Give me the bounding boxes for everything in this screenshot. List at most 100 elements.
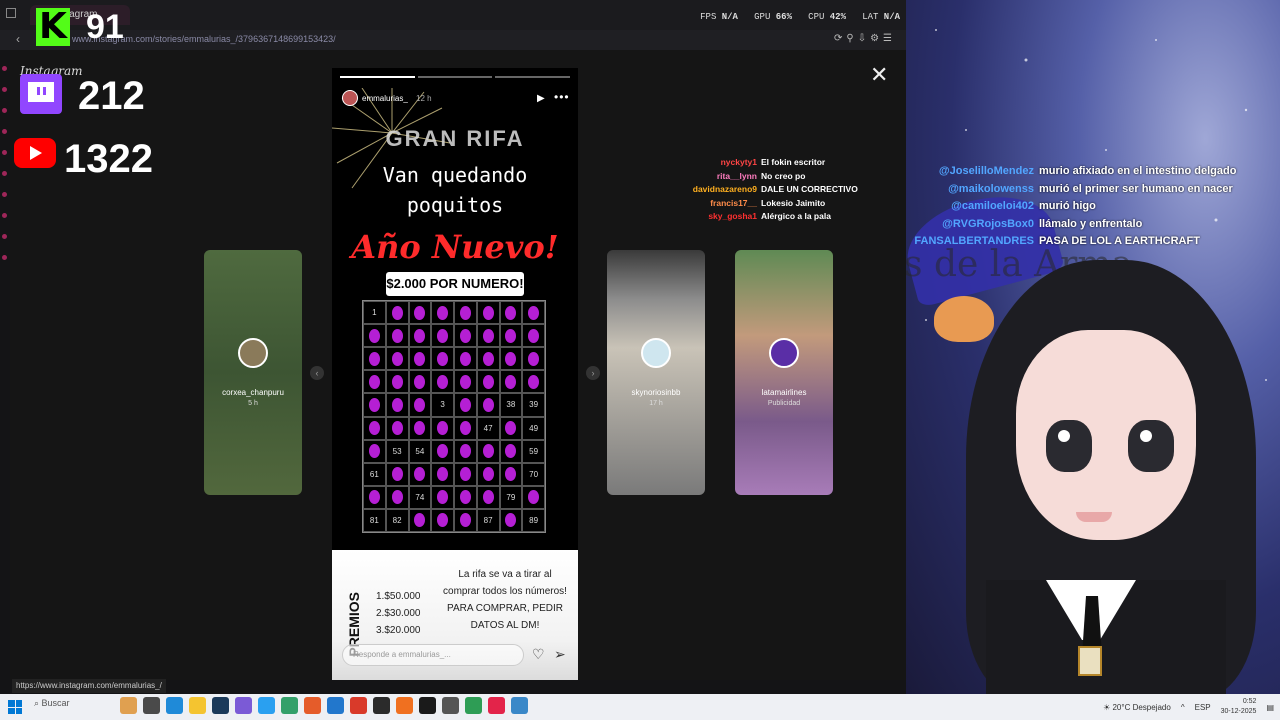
more-options-icon[interactable]: ••• — [554, 90, 570, 104]
raffle-cell — [408, 508, 432, 532]
app-icon[interactable] — [373, 697, 390, 714]
opera-icon[interactable] — [488, 697, 505, 714]
app-icon[interactable] — [511, 697, 528, 714]
prev-story-icon[interactable]: ‹ — [310, 366, 324, 380]
prize-item: 2.$30.000 — [376, 608, 421, 619]
taskbar-search[interactable]: ⌕ Buscar — [32, 698, 70, 709]
prize-item: 3.$20.000 — [376, 625, 421, 636]
gpu-label: GPU — [754, 12, 771, 22]
fps-label: FPS — [700, 12, 717, 22]
app-icon[interactable] — [235, 697, 252, 714]
raffle-cell — [431, 370, 454, 394]
raffle-cell — [499, 347, 523, 371]
side-story-right-2[interactable]: latamairlines Publicidad — [735, 250, 833, 495]
lang-indicator[interactable]: ESP — [1195, 703, 1211, 712]
raffle-cell — [454, 347, 477, 371]
start-icon[interactable] — [8, 700, 22, 714]
edge-icon[interactable] — [166, 697, 183, 714]
rail-dot-icon[interactable] — [2, 192, 7, 197]
rail-dot-icon[interactable] — [2, 150, 7, 155]
toolbar-icons[interactable]: ⟳⚲⇩⚙☰ — [834, 33, 896, 44]
back-arrow-icon[interactable]: ‹ — [16, 32, 20, 46]
raffle-cell — [454, 508, 477, 532]
raffle-cell — [431, 439, 454, 463]
vtuber-eye — [1128, 420, 1174, 472]
chat-username: @RVGRojosBox0 — [942, 217, 1034, 230]
chrome-icon[interactable] — [350, 697, 367, 714]
send-icon[interactable]: ➢ — [554, 646, 566, 663]
side-story-left[interactable]: corxea_chanpuru 5 h — [204, 250, 302, 495]
chat-username: rita__lynn — [716, 170, 757, 181]
raffle-cell — [476, 439, 500, 463]
address-bar: ‹ www.instagram.com/stories/emmalurias_/… — [0, 30, 906, 50]
heart-icon[interactable]: ♡ — [532, 646, 545, 663]
raffle-cell — [408, 393, 432, 417]
notification-icon[interactable]: ▤ — [1266, 703, 1274, 712]
raffle-cell — [476, 462, 500, 486]
play-icon[interactable]: ▶ — [537, 93, 545, 104]
raffle-cell — [408, 347, 432, 371]
reply-input[interactable]: Responde a emmalurias_... — [342, 644, 524, 666]
main-story[interactable]: emmalurias_ 12 h ▶ ••• GRAN RIFA Van que… — [332, 68, 578, 680]
raffle-cell — [363, 370, 386, 394]
story-username[interactable]: emmalurias_ — [362, 94, 408, 103]
raffle-cell — [408, 416, 432, 440]
firefox-icon[interactable] — [304, 697, 321, 714]
raffle-cell: 39 — [522, 393, 545, 417]
kick-logo: K — [36, 8, 70, 46]
rail-dot-icon[interactable] — [2, 108, 7, 113]
weather[interactable]: ☀ 20°C Despejado — [1103, 703, 1171, 712]
prize-list: 1.$50.000 2.$30.000 3.$20.000 — [376, 588, 421, 639]
chat-username: davidnazareno9 — [692, 184, 757, 194]
app-icon[interactable] — [465, 697, 482, 714]
raffle-cell — [476, 301, 500, 325]
raffle-cell: 89 — [522, 508, 545, 532]
story-progress — [340, 76, 571, 78]
side-story-right-1[interactable]: skynoriosinbb 17 h — [607, 250, 705, 495]
rail-dot-icon[interactable] — [2, 213, 7, 218]
raffle-cell — [522, 301, 545, 325]
app-icon[interactable] — [327, 697, 344, 714]
chat-text: murió el primer ser humano en nacer — [1039, 182, 1233, 195]
app-icon[interactable] — [396, 697, 413, 714]
raffle-cell — [476, 370, 500, 394]
app-icon[interactable] — [419, 697, 436, 714]
rail-dot-icon[interactable] — [2, 66, 7, 71]
task-view-icon[interactable] — [143, 697, 160, 714]
rail-dot-icon[interactable] — [2, 234, 7, 239]
raffle-cell: 59 — [522, 439, 545, 463]
app-icon[interactable] — [120, 697, 137, 714]
chat-message: davidnazareno9 DALE UN CORRECTIVO — [660, 183, 858, 197]
clock[interactable]: 0:52 30-12-2025 — [1221, 697, 1257, 717]
chevron-up-icon[interactable]: ^ — [1181, 703, 1185, 712]
system-tray: ☀ 20°C Despejado ^ ESP 0:52 30-12-2025 ▤ — [1103, 697, 1274, 717]
rail-dot-icon[interactable] — [2, 87, 7, 92]
chat-text: murio afixiado en el intestino delgado — [1039, 165, 1237, 177]
avatar[interactable] — [342, 90, 358, 106]
raffle-cell: 81 — [363, 508, 386, 532]
avatar — [769, 338, 799, 368]
rail-dot-icon[interactable] — [2, 129, 7, 134]
raffle-cell — [408, 301, 432, 325]
story-time: 5 h — [248, 400, 258, 407]
rail-dot-icon[interactable] — [2, 171, 7, 176]
rail-dot-icon[interactable] — [2, 255, 7, 260]
editor-icon[interactable] — [212, 697, 229, 714]
close-icon[interactable]: ✕ — [870, 64, 888, 86]
chat-message: @camiloeloi402 murió higo — [906, 198, 1236, 216]
window-menu-icon[interactable] — [6, 8, 16, 18]
app-icon[interactable] — [442, 697, 459, 714]
vtuber-mouth — [1076, 512, 1112, 522]
chat-message: nyckyty1 El fokin escritor — [660, 156, 858, 170]
raffle-cell — [408, 370, 432, 394]
browser-icon[interactable] — [258, 697, 275, 714]
story-time: Publicidad — [767, 400, 801, 407]
next-story-icon[interactable]: › — [586, 366, 600, 380]
chat-message: FANSALBERTANDRES PASA DE LOL A EARTHCRAFT — [906, 233, 1236, 251]
explorer-icon[interactable] — [189, 697, 206, 714]
raffle-cell — [431, 416, 454, 440]
story-username: corxea_chanpuru — [222, 388, 284, 397]
raffle-cell — [431, 301, 454, 325]
performance-overlay: FPS N/A GPU 66% CPU 42% LAT N/A — [700, 12, 900, 22]
app-icon[interactable] — [281, 697, 298, 714]
